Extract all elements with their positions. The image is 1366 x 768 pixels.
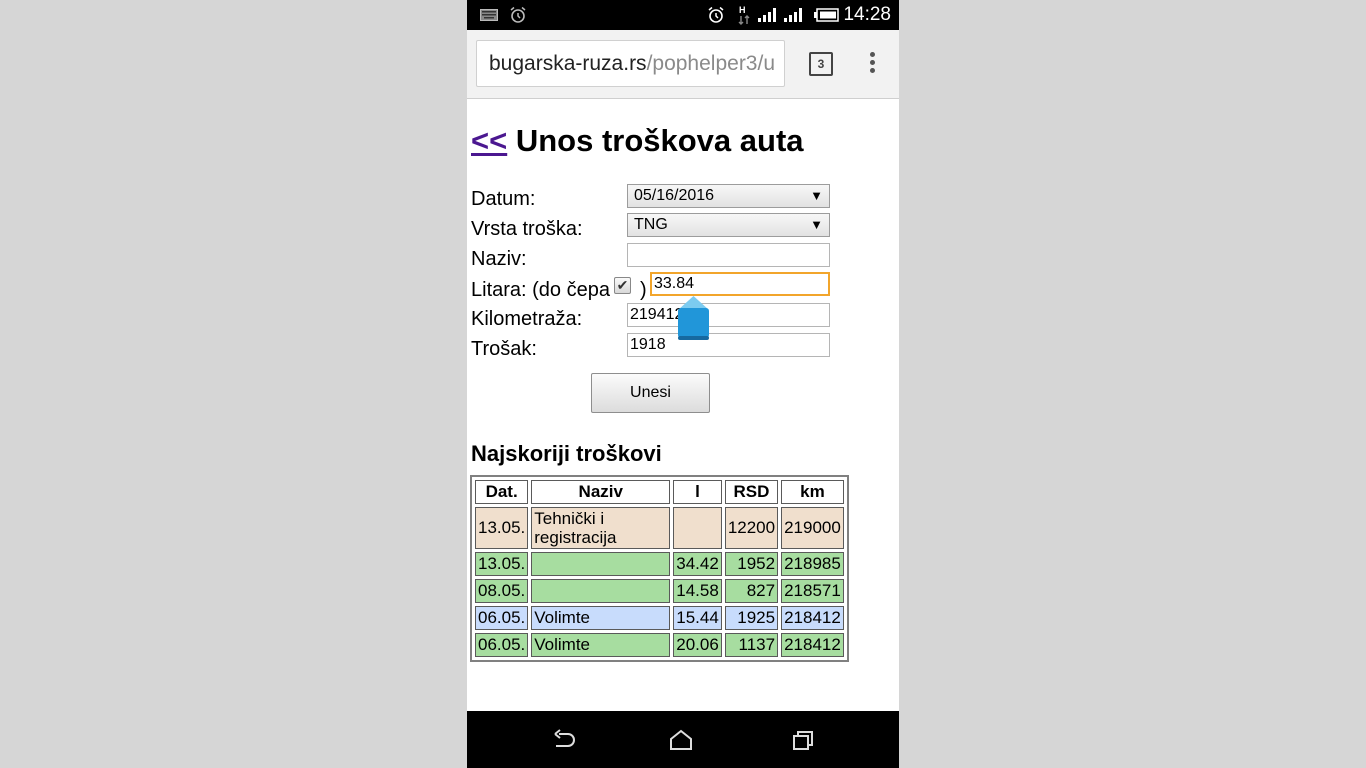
cell-liters: 34.42 xyxy=(673,552,722,576)
cell-liters: 20.06 xyxy=(673,633,722,657)
cell-name: Volimte xyxy=(531,633,671,657)
table-row: 06.05. Volimte 20.06 1137 218412 xyxy=(475,633,844,657)
table-row: 06.05. Volimte 15.44 1925 218412 xyxy=(475,606,844,630)
web-page: << Unos troškova auta Datum: 05/16/2016 … xyxy=(467,99,899,710)
overflow-menu-icon[interactable] xyxy=(865,52,879,76)
status-bar: H 14:28 xyxy=(467,0,899,30)
cell-rsd: 827 xyxy=(724,579,779,603)
datum-select[interactable]: 05/16/2016 ▼ xyxy=(627,184,830,208)
page-title-text: Unos troškova auta xyxy=(507,123,804,158)
cell-name: Volimte xyxy=(531,606,671,630)
cell-date: 08.05. xyxy=(475,579,529,603)
signal-icon xyxy=(783,0,805,30)
naziv-input[interactable] xyxy=(627,243,830,267)
full-tank-checkbox[interactable]: ✔ xyxy=(614,277,631,294)
cell-km: 218412 xyxy=(781,633,844,657)
page-title: << Unos troškova auta xyxy=(471,123,804,159)
alarm-icon xyxy=(509,0,527,30)
cell-date: 06.05. xyxy=(475,606,529,630)
vrsta-select-value: TNG xyxy=(634,216,668,233)
phone-screen: H 14:28 bugarska-ruza.rs/pophelper3/u 3 … xyxy=(467,0,899,768)
cell-rsd: 1952 xyxy=(724,552,779,576)
cell-date: 13.05. xyxy=(475,552,529,576)
datum-label: Datum: xyxy=(471,188,536,210)
cell-km: 219000 xyxy=(781,507,844,549)
tab-switcher-button[interactable]: 3 xyxy=(809,52,833,76)
signal-icon xyxy=(757,0,779,30)
status-time: 14:28 xyxy=(843,4,891,25)
back-icon[interactable] xyxy=(551,728,577,752)
cell-km: 218412 xyxy=(781,606,844,630)
cell-date: 13.05. xyxy=(475,507,529,549)
url-bar[interactable]: bugarska-ruza.rs/pophelper3/u xyxy=(476,40,785,87)
recent-costs-table: Dat. Naziv l RSD km 13.05. Tehnički i re… xyxy=(470,475,849,662)
cell-km: 218571 xyxy=(781,579,844,603)
kilometraza-input[interactable]: 219412 xyxy=(627,303,830,327)
vrsta-select[interactable]: TNG ▼ xyxy=(627,213,830,237)
alarm-clock-icon xyxy=(707,0,725,30)
cell-rsd: 12200 xyxy=(724,507,779,549)
back-link[interactable]: << xyxy=(471,123,507,158)
table-header-row: Dat. Naziv l RSD km xyxy=(475,480,844,504)
hspa-data-icon: H xyxy=(737,0,751,30)
recents-icon[interactable] xyxy=(790,728,816,752)
trosak-label: Trošak: xyxy=(471,338,537,360)
cell-name xyxy=(531,552,671,576)
naziv-label: Naziv: xyxy=(471,248,527,270)
cell-km: 218985 xyxy=(781,552,844,576)
cell-liters: 15.44 xyxy=(673,606,722,630)
submit-button[interactable]: Unesi xyxy=(591,373,710,413)
browser-toolbar: bugarska-ruza.rs/pophelper3/u 3 xyxy=(467,30,899,99)
litara-input[interactable]: 33.84 xyxy=(650,272,830,296)
table-row: 08.05. 14.58 827 218571 xyxy=(475,579,844,603)
cell-date: 06.05. xyxy=(475,633,529,657)
dropdown-arrow-icon: ▼ xyxy=(810,217,823,232)
cell-rsd: 1925 xyxy=(724,606,779,630)
trosak-input[interactable]: 1918 xyxy=(627,333,830,357)
svg-text:H: H xyxy=(739,5,746,15)
text-cursor-handle-icon[interactable] xyxy=(678,296,709,342)
vrsta-label: Vrsta troška: xyxy=(471,218,583,240)
kilometraza-label: Kilometraža: xyxy=(471,308,583,330)
cell-name xyxy=(531,579,671,603)
column-header-name: Naziv xyxy=(531,480,671,504)
battery-icon xyxy=(814,0,840,30)
cell-liters xyxy=(673,507,722,549)
url-domain: bugarska-ruza.rs xyxy=(489,52,647,75)
recent-costs-title: Najskoriji troškovi xyxy=(471,441,662,466)
column-header-km: km xyxy=(781,480,844,504)
dropdown-arrow-icon: ▼ xyxy=(810,188,823,203)
datum-select-value: 05/16/2016 xyxy=(634,187,715,204)
litara-label-close: ) xyxy=(640,279,647,301)
url-path: /pophelper3/u xyxy=(646,52,776,75)
column-header-rsd: RSD xyxy=(724,480,779,504)
table-row: 13.05. 34.42 1952 218985 xyxy=(475,552,844,576)
keyboard-icon xyxy=(480,0,498,30)
checkmark-icon: ✔ xyxy=(616,277,629,293)
cell-rsd: 1137 xyxy=(724,633,779,657)
system-nav-bar xyxy=(467,711,899,768)
table-row: 13.05. Tehnički i registracija 12200 219… xyxy=(475,507,844,549)
column-header-liters: l xyxy=(673,480,722,504)
cell-name: Tehnički i registracija xyxy=(531,507,671,549)
cell-liters: 14.58 xyxy=(673,579,722,603)
home-icon[interactable] xyxy=(668,728,694,752)
column-header-date: Dat. xyxy=(475,480,529,504)
litara-label: Litara: (do čepa xyxy=(471,279,610,301)
